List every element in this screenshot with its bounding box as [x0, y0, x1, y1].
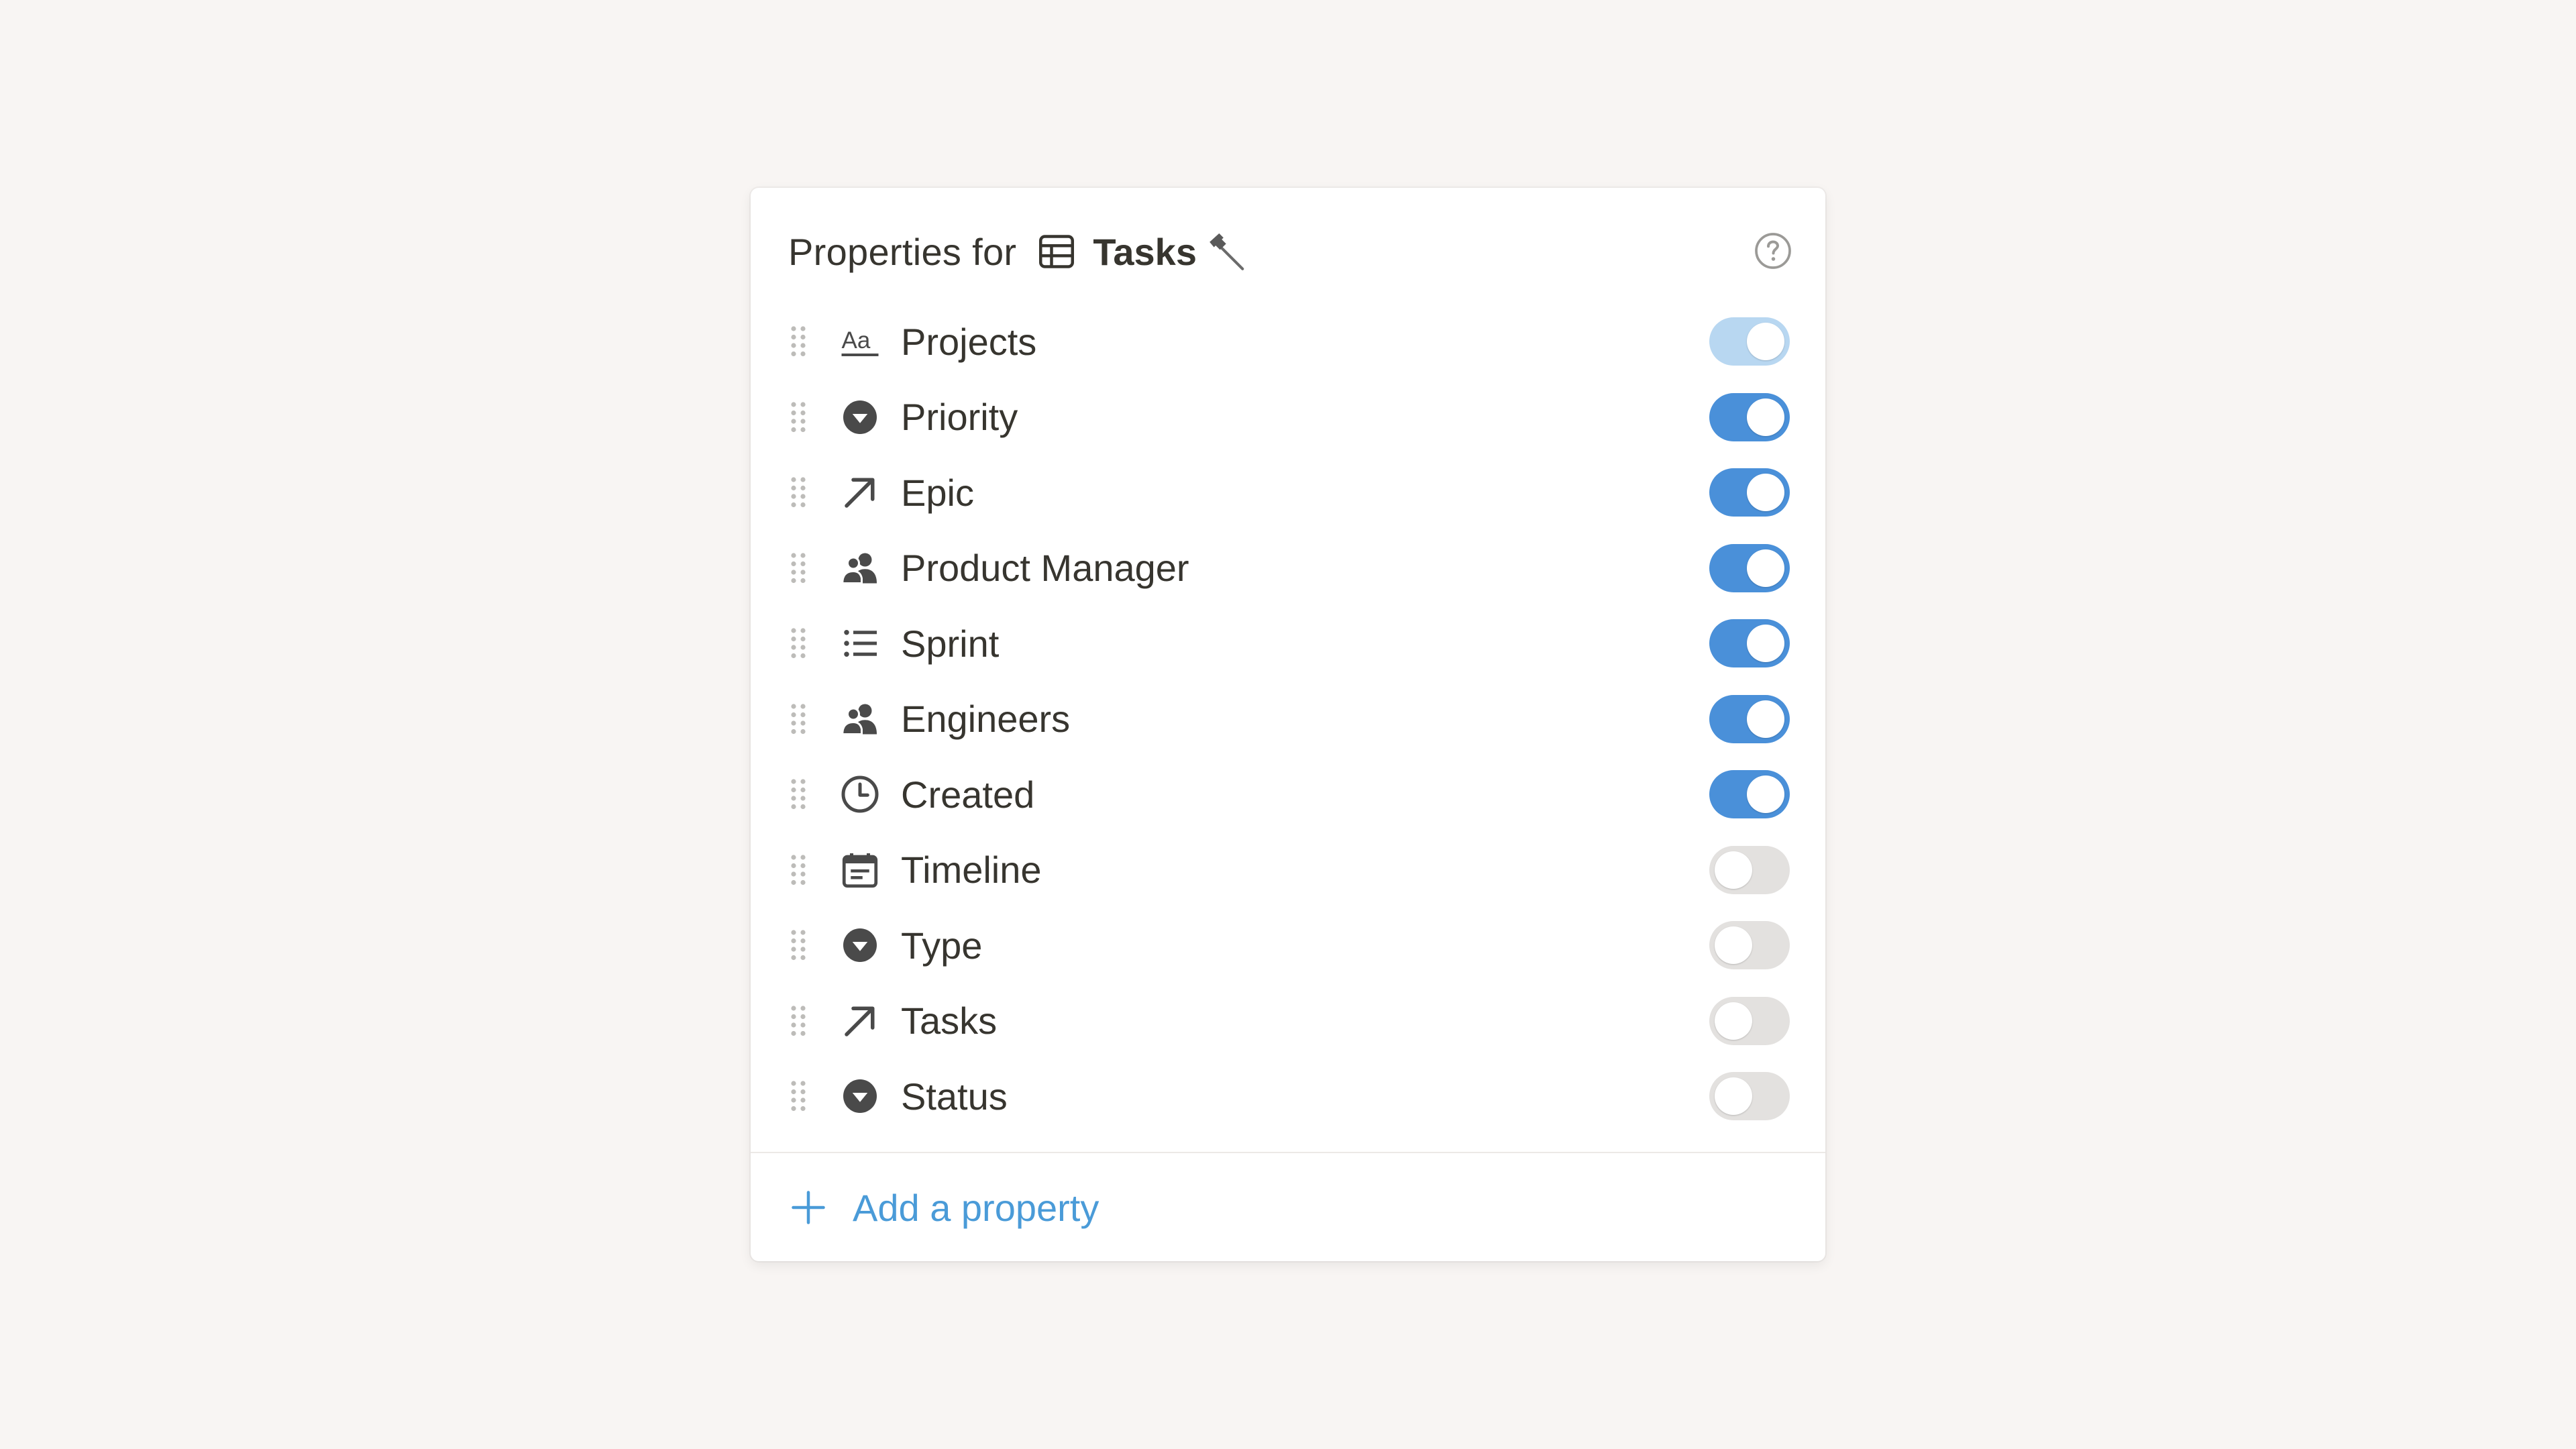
svg-text:Aa: Aa	[842, 327, 871, 354]
toggle-knob	[1747, 775, 1784, 814]
visibility-toggle[interactable]	[1709, 392, 1790, 441]
property-label: Sprint	[901, 622, 1000, 665]
property-label: Tasks	[901, 1000, 998, 1042]
property-label: Epic	[901, 471, 974, 514]
visibility-toggle[interactable]	[1709, 845, 1790, 894]
select-icon	[840, 925, 880, 965]
list-icon	[840, 623, 880, 663]
calendar-icon	[840, 850, 880, 890]
visibility-toggle[interactable]	[1709, 1072, 1790, 1121]
table-icon	[1036, 231, 1077, 272]
toggle-knob	[1715, 1077, 1752, 1116]
person-icon	[840, 548, 880, 588]
select-icon	[840, 397, 880, 437]
drag-handle-icon[interactable]	[788, 400, 808, 435]
toggle-knob	[1747, 398, 1784, 436]
toggle-knob	[1747, 549, 1784, 587]
property-label: Status	[901, 1075, 1008, 1118]
toggle-knob	[1715, 926, 1752, 965]
property-row[interactable]: Sprint	[751, 606, 1825, 682]
property-label: Engineers	[901, 698, 1071, 741]
property-row[interactable]: Timeline	[751, 833, 1825, 908]
drag-handle-icon[interactable]	[788, 777, 808, 812]
relation-arrow-icon	[840, 1001, 880, 1041]
database-name[interactable]: Tasks	[1093, 230, 1197, 274]
drag-handle-icon[interactable]	[788, 853, 808, 888]
visibility-toggle[interactable]	[1709, 694, 1790, 743]
drag-handle-icon[interactable]	[788, 1079, 808, 1114]
property-label: Created	[901, 773, 1035, 816]
drag-handle-icon[interactable]	[788, 928, 808, 963]
toggle-knob	[1715, 1002, 1752, 1040]
property-label: Projects	[901, 320, 1037, 363]
toggle-knob	[1747, 625, 1784, 663]
property-row[interactable]: Type	[751, 908, 1825, 983]
property-row[interactable]: Tasks	[751, 983, 1825, 1059]
footer-divider	[751, 1152, 1825, 1153]
help-circle-icon[interactable]	[1753, 231, 1793, 271]
property-row[interactable]: Created	[751, 757, 1825, 833]
property-list: Aa Projects Priority Epic Product Manager Spr…	[751, 304, 1825, 1134]
drag-handle-icon[interactable]	[788, 1004, 808, 1038]
toggle-knob	[1747, 323, 1784, 361]
hammer-icon	[1206, 231, 1248, 272]
toggle-knob	[1715, 851, 1752, 889]
clock-icon	[840, 774, 880, 814]
property-row[interactable]: Epic	[751, 455, 1825, 531]
property-label: Product Manager	[901, 547, 1189, 590]
visibility-toggle[interactable]	[1709, 921, 1790, 970]
toggle-knob	[1747, 700, 1784, 738]
visibility-toggle[interactable]	[1709, 619, 1790, 668]
property-row[interactable]: Product Manager	[751, 531, 1825, 606]
relation-arrow-icon	[840, 472, 880, 513]
select-icon	[840, 1076, 880, 1116]
property-row[interactable]: Priority	[751, 380, 1825, 455]
text-aa-icon: Aa	[840, 321, 880, 362]
toggle-knob	[1747, 474, 1784, 512]
property-label: Type	[901, 924, 983, 967]
add-property-button[interactable]: Add a property	[788, 1174, 1099, 1241]
add-property-label: Add a property	[853, 1186, 1099, 1229]
property-row[interactable]: Aa Projects	[751, 304, 1825, 380]
properties-panel: Properties for Tasks Aa Projects Priorit…	[751, 188, 1825, 1261]
property-label: Priority	[901, 396, 1018, 439]
property-label: Timeline	[901, 849, 1042, 892]
drag-handle-icon[interactable]	[788, 324, 808, 359]
drag-handle-icon[interactable]	[788, 551, 808, 586]
header-prefix: Properties for	[788, 230, 1017, 273]
visibility-toggle[interactable]	[1709, 770, 1790, 819]
drag-handle-icon[interactable]	[788, 475, 808, 510]
plus-icon	[788, 1187, 828, 1228]
visibility-toggle[interactable]	[1709, 996, 1790, 1045]
property-row[interactable]: Status	[751, 1059, 1825, 1134]
person-icon	[840, 699, 880, 739]
drag-handle-icon[interactable]	[788, 702, 808, 737]
property-row[interactable]: Engineers	[751, 682, 1825, 757]
drag-handle-icon[interactable]	[788, 626, 808, 661]
visibility-toggle[interactable]	[1709, 317, 1790, 366]
visibility-toggle[interactable]	[1709, 468, 1790, 517]
visibility-toggle[interactable]	[1709, 543, 1790, 592]
panel-header: Properties for Tasks	[788, 221, 1799, 282]
